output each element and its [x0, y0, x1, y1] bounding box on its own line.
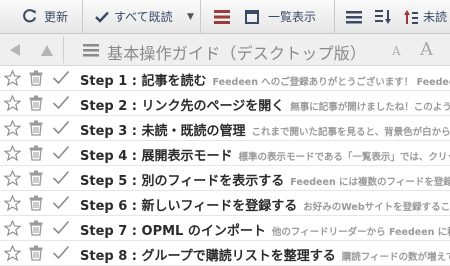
- list-view-button[interactable]: 一覧表示: [245, 0, 316, 33]
- list-item[interactable]: Step 7 : OPML のインポート 他のフィードリーダーから Feedeen…: [0, 216, 450, 241]
- window-icon: [245, 9, 259, 24]
- star-icon[interactable]: [4, 170, 21, 186]
- hamburger-icon: [346, 10, 362, 24]
- item-snippet: Feedeen へのご登録ありがとうございます！ Feedeen: [212, 77, 450, 88]
- toolbar-divider: [82, 0, 83, 33]
- previous-item-icon[interactable]: [40, 43, 54, 57]
- item-snippet: 無事に記事が開けましたね！このように: [290, 102, 450, 113]
- star-icon[interactable]: [4, 195, 21, 211]
- item-snippet: お好みのWebサイトを登録するこ: [303, 202, 450, 213]
- list-item[interactable]: Step 2 : リンク先のページを開く 無事に記事が開けましたね！このように: [0, 91, 450, 116]
- item-snippet: これまで開いた記事を見ると、背景色が白から: [251, 127, 450, 138]
- item-title: Step 3 : 未読・既読の管理: [80, 124, 246, 139]
- mark-read-check-icon[interactable]: [52, 220, 70, 235]
- star-icon[interactable]: [4, 95, 21, 111]
- item-snippet: 標準の表示モードである「一覧表示」では、クリッ: [238, 152, 450, 163]
- trash-icon[interactable]: [29, 95, 43, 111]
- star-icon[interactable]: [4, 245, 21, 261]
- item-snippet: 購読フィードの数が増えて: [341, 252, 450, 263]
- star-icon[interactable]: [4, 70, 21, 86]
- item-title: Step 7 : OPML のインポート: [80, 224, 266, 239]
- sort-descending-icon: [375, 9, 392, 25]
- sort-descending-button[interactable]: [375, 0, 392, 33]
- trash-icon[interactable]: [29, 70, 43, 86]
- mark-all-read-label: すべて既読: [114, 10, 173, 24]
- collapse-left-icon[interactable]: [8, 43, 22, 57]
- list-view-label: 一覧表示: [268, 10, 317, 24]
- mark-read-check-icon[interactable]: [52, 120, 70, 135]
- unread-filter-button[interactable]: 未読: [403, 0, 447, 33]
- item-text: Step 1 : 記事を読む Feedeen へのご登録ありがとうございます！ F…: [80, 70, 450, 89]
- list-item[interactable]: Step 5 : 別のフィードを表示する Feedeen には複数のフィードを登録…: [0, 166, 450, 191]
- mark-read-check-icon[interactable]: [52, 70, 70, 85]
- list-item[interactable]: Step 4 : 展開表示モード 標準の表示モードである「一覧表示」では、クリッ: [0, 141, 450, 166]
- item-title: Step 8 : グループで購読リストを整理する: [80, 249, 336, 264]
- refresh-button[interactable]: 更新: [22, 0, 68, 33]
- trash-icon[interactable]: [29, 120, 43, 136]
- unread-label: 未読: [423, 10, 448, 24]
- sort-ascending-icon: [403, 9, 418, 25]
- item-text: Step 4 : 展開表示モード 標準の表示モードである「一覧表示」では、クリッ: [80, 145, 450, 164]
- refresh-icon: [22, 9, 37, 24]
- trash-icon[interactable]: [29, 170, 43, 186]
- item-text: Step 2 : リンク先のページを開く 無事に記事が開けましたね！このように: [80, 95, 450, 114]
- trash-icon[interactable]: [29, 145, 43, 161]
- toolbar: 更新 すべて既読 ▼ 一覧表示 未読: [0, 0, 450, 34]
- list-item[interactable]: Step 6 : 新しいフィードを登録する お好みのWebサイトを登録するこ: [0, 191, 450, 216]
- list-item[interactable]: Step 8 : グループで購読リストを整理する 購読フィードの数が増えて: [0, 241, 450, 266]
- article-list: Step 1 : 記事を読む Feedeen へのご登録ありがとうございます！ F…: [0, 66, 450, 266]
- mark-read-check-icon[interactable]: [52, 95, 70, 110]
- star-icon[interactable]: [4, 145, 21, 161]
- mark-read-check-icon[interactable]: [52, 195, 70, 210]
- item-snippet: 他のフィードリーダーから Feedeen に移行: [271, 227, 450, 238]
- star-icon[interactable]: [4, 220, 21, 236]
- item-text: Step 3 : 未読・既読の管理 これまで開いた記事を見ると、背景色が白から: [80, 120, 450, 139]
- feed-title-bar: 基本操作ガイド（デスクトップ版） A A: [0, 34, 450, 66]
- list-item[interactable]: Step 1 : 記事を読む Feedeen へのご登録ありがとうございます！ F…: [0, 66, 450, 91]
- item-title: Step 2 : リンク先のページを開く: [80, 99, 285, 114]
- item-snippet: Feedeen には複数のフィードを登録で: [290, 177, 450, 188]
- refresh-label: 更新: [44, 10, 69, 24]
- trash-icon[interactable]: [29, 220, 43, 236]
- item-title: Step 1 : 記事を読む: [80, 74, 207, 89]
- check-icon: [95, 11, 109, 23]
- feed-menu-icon[interactable]: [83, 43, 99, 57]
- menu-button[interactable]: [346, 0, 362, 33]
- item-title: Step 6 : 新しいフィードを登録する: [80, 199, 298, 214]
- mark-read-check-icon[interactable]: [52, 245, 70, 260]
- toolbar-divider: [334, 0, 335, 33]
- item-title: Step 5 : 別のフィードを表示する: [80, 174, 285, 189]
- mark-all-read-button[interactable]: すべて既読: [95, 0, 173, 33]
- trash-icon[interactable]: [29, 195, 43, 211]
- title-divider: [63, 36, 64, 63]
- font-size-large-button[interactable]: A: [420, 39, 433, 60]
- expanded-view-button[interactable]: [214, 0, 230, 33]
- mark-read-check-icon[interactable]: [52, 170, 70, 185]
- toolbar-divider: [200, 0, 201, 33]
- item-text: Step 7 : OPML のインポート 他のフィードリーダーから Feedeen…: [80, 220, 450, 239]
- page-title: 基本操作ガイド（デスクトップ版）: [107, 44, 367, 63]
- mark-read-check-icon[interactable]: [52, 145, 70, 160]
- list-item[interactable]: Step 3 : 未読・既読の管理 これまで開いた記事を見ると、背景色が白から: [0, 116, 450, 141]
- item-title: Step 4 : 展開表示モード: [80, 149, 233, 164]
- item-text: Step 6 : 新しいフィードを登録する お好みのWebサイトを登録するこ: [80, 195, 450, 214]
- trash-icon[interactable]: [29, 245, 43, 261]
- font-size-small-button[interactable]: A: [392, 44, 401, 58]
- star-icon[interactable]: [4, 120, 21, 136]
- item-text: Step 5 : 別のフィードを表示する Feedeen には複数のフィードを登録…: [80, 170, 450, 189]
- expanded-view-icon: [214, 9, 230, 24]
- item-text: Step 8 : グループで購読リストを整理する 購読フィードの数が増えて: [80, 245, 450, 264]
- mark-read-dropdown-arrow[interactable]: ▼: [187, 0, 194, 33]
